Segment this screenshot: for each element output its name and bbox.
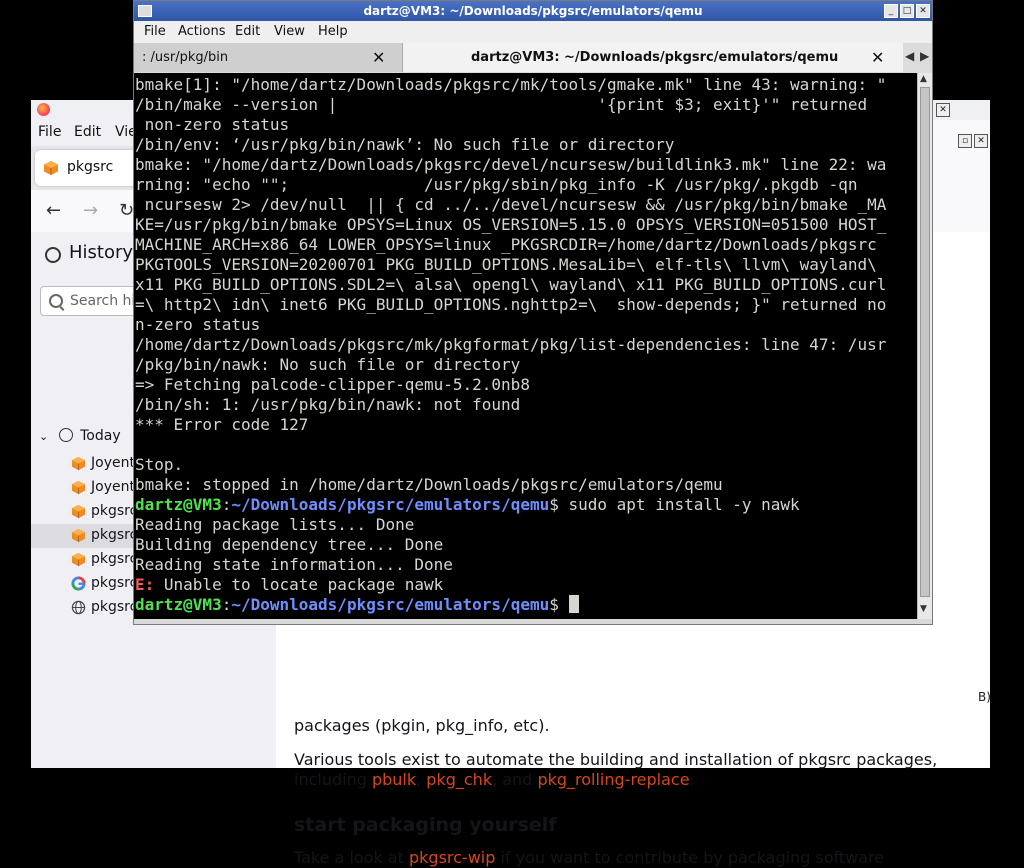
- history-item-label: Joyent: [91, 455, 135, 471]
- link-pkg-chk[interactable]: pkg_chk: [426, 770, 492, 789]
- google-icon: [71, 576, 86, 591]
- back-arrow-icon[interactable]: ←: [46, 200, 61, 221]
- menu-edit[interactable]: Edit: [74, 124, 101, 140]
- close-icon[interactable]: ✕: [916, 4, 930, 18]
- terminal-output: bmake[1]: "/home/dartz/Downloads/pkgsrc/…: [134, 73, 917, 495]
- output-line: /pkg/bin/nawk: No such file or directory: [135, 355, 521, 374]
- output-line: /bin/make --version | '{print $3; exit}'…: [135, 95, 868, 114]
- menu-edit[interactable]: Edit: [235, 24, 260, 39]
- link-pkgsrc-wip[interactable]: pkgsrc-wip: [409, 848, 495, 867]
- prompt-line-2: dartz@VM3:~/Downloads/pkgsrc/emulators/q…: [134, 595, 917, 615]
- command-text: sudo apt install -y nawk: [568, 495, 800, 514]
- tab-label: dartz@VM3: ~/Downloads/pkgsrc/emulators/…: [471, 50, 839, 65]
- output-line: => Fetching palcode-clipper-qemu-5.2.0nb…: [135, 375, 530, 394]
- menu-actions[interactable]: Actions: [178, 24, 226, 39]
- tab-usr-pkg-bin[interactable]: : /usr/pkg/bin ✕: [134, 43, 403, 72]
- restore-icon[interactable]: ▫: [958, 134, 972, 148]
- link-pkg-rolling-replace[interactable]: pkg_rolling-replace: [537, 770, 689, 789]
- partial-paragraph: packages (pkgin, pkg_info, etc).: [294, 716, 550, 735]
- edge-text: B): [978, 690, 991, 704]
- search-icon: [49, 294, 63, 308]
- sidebar-title: History: [69, 242, 134, 263]
- apt-output: Reading package lists... Done Building d…: [134, 515, 917, 575]
- close-icon[interactable]: ✕: [974, 134, 988, 148]
- close-icon[interactable]: ✕: [871, 48, 884, 67]
- scrollbar-thumb[interactable]: [920, 87, 930, 597]
- history-item-label: pkgsrc: [91, 575, 138, 591]
- output-line: /bin/env: ‘/usr/pkg/bin/nawk’: No such f…: [135, 135, 675, 154]
- tab-label: pkgsrc: [67, 159, 114, 175]
- output-line: x11 PKG_BUILD_OPTIONS.SDL2=\ alsa\ openg…: [135, 275, 887, 294]
- tab-label: : /usr/pkg/bin: [142, 50, 229, 65]
- paragraph-packaging: Take a look at pkgsrc-wip if you want to…: [294, 848, 885, 867]
- history-group-today[interactable]: ⌄ Today: [39, 428, 121, 444]
- history-item-label: pkgsrc: [91, 527, 138, 543]
- prompt-line-1: dartz@VM3:~/Downloads/pkgsrc/emulators/q…: [135, 495, 800, 514]
- group-label: Today: [80, 428, 121, 444]
- clock-icon: [58, 428, 73, 442]
- output-line: ncursesw 2> /dev/null || { cd ../../deve…: [135, 195, 887, 214]
- minimize-icon[interactable]: _: [884, 4, 898, 18]
- history-item-label: pkgsrc: [91, 599, 138, 615]
- error-line: E: Unable to locate package nawk: [135, 575, 444, 594]
- link-pbulk[interactable]: pbulk: [372, 770, 416, 789]
- history-item-label: pkgsrc: [91, 503, 138, 519]
- output-line: KE=/usr/pkg/bin/bmake OPSYS=Linux OS_VER…: [135, 215, 887, 234]
- menu-file[interactable]: File: [38, 124, 61, 140]
- output-line: bmake: stopped in /home/dartz/Downloads/…: [135, 475, 723, 494]
- output-line: non-zero status: [135, 115, 290, 134]
- menu-view[interactable]: View: [274, 24, 305, 39]
- terminal-titlebar[interactable]: dartz@VM3: ~/Downloads/pkgsrc/emulators/…: [134, 1, 932, 21]
- apt-output-line: Reading package lists... Done: [135, 515, 415, 534]
- terminal-tabbar: : /usr/pkg/bin ✕ dartz@VM3: ~/Downloads/…: [134, 43, 932, 73]
- text-cursor: [568, 595, 579, 613]
- section-heading: start packaging yourself: [294, 814, 557, 836]
- maximize-icon[interactable]: □: [900, 4, 914, 18]
- scroll-down-icon[interactable]: ▼: [920, 604, 927, 614]
- paragraph-tools: Various tools exist to automate the buil…: [294, 750, 938, 789]
- menu-help[interactable]: Help: [318, 24, 348, 39]
- output-line: bmake: "/home/dartz/Downloads/pkgsrc/dev…: [135, 155, 887, 174]
- pkgsrc-box-icon: [44, 161, 58, 175]
- scroll-up-icon[interactable]: ▲: [920, 74, 927, 84]
- terminal-window: dartz@VM3: ~/Downloads/pkgsrc/emulators/…: [133, 0, 933, 625]
- chevron-down-icon: ⌄: [39, 430, 49, 443]
- apt-output-line: Building dependency tree... Done: [135, 535, 444, 554]
- terminal-menubar: File Actions Edit View Help: [134, 21, 932, 43]
- terminal-console[interactable]: bmake[1]: "/home/dartz/Downloads/pkgsrc/…: [134, 73, 917, 619]
- apt-output-line: Reading state information... Done: [135, 555, 453, 574]
- output-line: bmake[1]: "/home/dartz/Downloads/pkgsrc/…: [135, 75, 887, 94]
- pkgsrc-box-icon: [71, 552, 86, 567]
- pkgsrc-box-icon: [71, 528, 86, 543]
- pkgsrc-box-icon: [71, 480, 86, 495]
- close-icon[interactable]: ✕: [372, 48, 385, 67]
- output-line: PKGTOOLS_VERSION=20200701 PKG_BUILD_OPTI…: [135, 255, 887, 274]
- output-line: MACHINE_ARCH=x86_64 LOWER_OPSYS=linux _P…: [135, 235, 887, 254]
- close-icon[interactable]: ✕: [936, 103, 950, 117]
- pkgsrc-box-icon: [71, 504, 86, 519]
- forward-arrow-icon[interactable]: →: [83, 200, 98, 221]
- history-item-label: Joyent: [91, 479, 135, 495]
- output-line: =\ http2\ idn\ inet6 PKG_BUILD_OPTIONS.n…: [135, 295, 887, 314]
- firefox-icon: [37, 103, 50, 116]
- output-line: n-zero status: [135, 315, 261, 334]
- tab-scroll-left-icon[interactable]: ◀: [905, 49, 914, 63]
- output-line: *** Error code 127: [135, 415, 309, 434]
- history-item-label: pkgsrc: [91, 551, 138, 567]
- search-placeholder: Search hi: [70, 293, 136, 309]
- tab-scroll-right-icon[interactable]: ▶: [920, 49, 929, 63]
- tab-qemu[interactable]: dartz@VM3: ~/Downloads/pkgsrc/emulators/…: [403, 43, 903, 72]
- reload-icon[interactable]: ↻: [119, 200, 134, 221]
- output-line: /home/dartz/Downloads/pkgsrc/mk/pkgforma…: [135, 335, 887, 354]
- output-line: Stop.: [135, 455, 184, 474]
- output-line: /bin/sh: 1: /usr/pkg/bin/nawk: not found: [135, 395, 521, 414]
- globe-icon: [71, 600, 86, 615]
- menu-file[interactable]: File: [144, 24, 166, 39]
- window-title: dartz@VM3: ~/Downloads/pkgsrc/emulators/…: [363, 4, 703, 18]
- clock-icon: [45, 247, 61, 263]
- output-line: rning: "echo ""; /usr/pkg/sbin/pkg_info …: [135, 175, 858, 194]
- terminal-scrollbar[interactable]: ▲ ▼: [917, 73, 932, 619]
- pkgsrc-box-icon: [71, 456, 86, 471]
